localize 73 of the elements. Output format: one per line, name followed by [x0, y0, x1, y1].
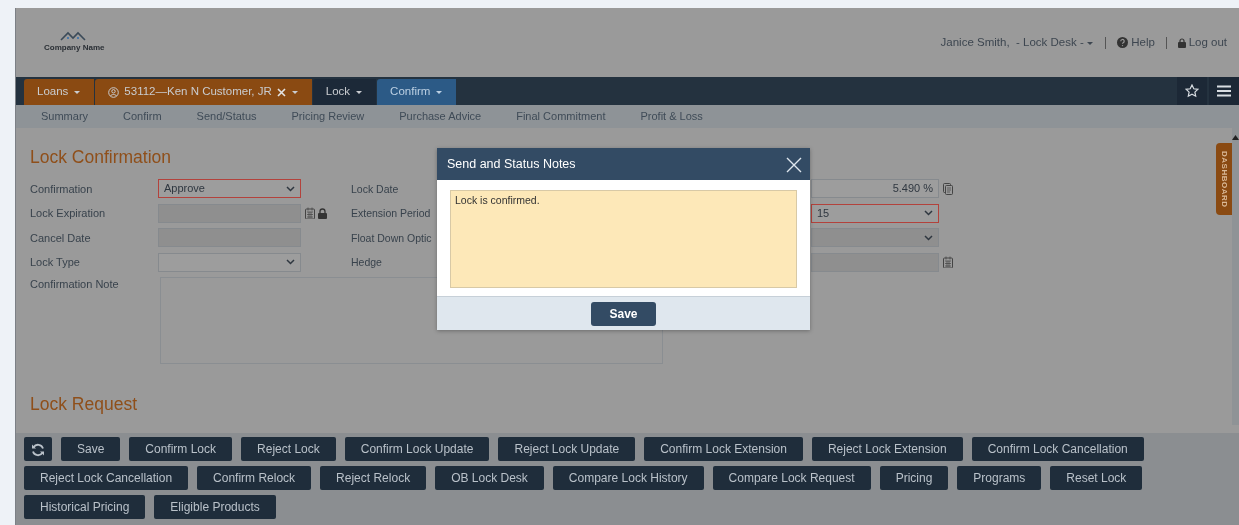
field-label: Cancel Date	[30, 230, 92, 245]
action-button[interactable]: OB Lock Desk	[435, 466, 544, 490]
action-button[interactable]: Programs	[957, 466, 1042, 490]
padlock-icon	[1177, 37, 1186, 48]
nav-tab[interactable]: Confirm	[377, 79, 457, 105]
close-button[interactable]	[786, 155, 802, 173]
person-circle-icon	[108, 86, 120, 98]
modal-title: Send and Status Notes	[447, 155, 576, 173]
menu-icon	[1217, 85, 1231, 97]
action-button[interactable]: Confirm Lock Update	[344, 437, 490, 461]
dropdown-field[interactable]: Approve	[158, 179, 301, 198]
action-button[interactable]: Compare Lock History	[552, 466, 704, 490]
refresh-icon	[31, 442, 45, 457]
chevron-down-icon	[924, 234, 933, 241]
divider-icon	[1165, 36, 1167, 49]
caret-icon	[1086, 39, 1095, 46]
dropdown-field[interactable]: 15	[811, 203, 939, 223]
field-label: Lock Date	[351, 181, 400, 196]
chevron-down-icon	[286, 185, 295, 192]
logo-text: Company Name	[44, 42, 105, 54]
field-label: Float Down Optic	[351, 230, 433, 245]
scroll-up-icon	[1232, 134, 1239, 141]
caret-icon	[355, 89, 364, 95]
field-label: Lock Expiration	[30, 206, 107, 220]
logout-link[interactable]: Log out	[1177, 33, 1227, 52]
menu-button[interactable]	[1209, 77, 1239, 105]
chevron-down-icon	[924, 210, 933, 216]
action-button[interactable]: Confirm Lock	[129, 437, 233, 461]
action-button[interactable]: Reject Relock	[320, 466, 427, 490]
nav-tab[interactable]: Loans	[24, 79, 95, 105]
action-button[interactable]: Reset Lock	[1050, 466, 1143, 490]
action-button[interactable]: Reject Lock	[241, 437, 336, 461]
dropdown-field[interactable]	[158, 252, 301, 272]
user-menu[interactable]: Janice Smith, - Lock Desk -	[940, 33, 1095, 52]
action-button[interactable]: Reject Lock Extension	[811, 437, 963, 461]
dashboard-tab[interactable]: DASHBOARD	[1216, 143, 1232, 215]
field-label: Lock Type	[30, 255, 81, 269]
refresh-button[interactable]	[24, 437, 52, 461]
section-title: Lock Request	[30, 393, 137, 416]
action-button[interactable]: Historical Pricing	[24, 495, 146, 519]
calendar-icon[interactable]	[305, 207, 315, 219]
help-link[interactable]: Help	[1117, 33, 1155, 52]
input-field[interactable]: 5.490 %	[811, 179, 939, 198]
action-button[interactable]: Confirm Relock	[197, 466, 312, 490]
copy-icon[interactable]	[943, 182, 953, 195]
action-button[interactable]: Compare Lock Request	[712, 466, 871, 490]
nav-tab[interactable]: Lock	[312, 79, 377, 105]
action-button[interactable]: Save	[61, 437, 121, 461]
caret-icon	[435, 89, 444, 95]
caret-icon	[73, 89, 82, 95]
field-label: Confirmation Note	[30, 277, 120, 291]
calendar-icon[interactable]	[943, 256, 953, 268]
action-button[interactable]: Pricing	[879, 466, 949, 490]
field-label: Hedge	[351, 255, 383, 269]
close-icon	[786, 156, 802, 173]
note-textarea[interactable]: Lock is confirmed.	[450, 190, 797, 288]
action-button[interactable]: Eligible Products	[154, 495, 276, 519]
field-label: Confirmation	[30, 181, 94, 196]
chevron-down-icon	[286, 259, 295, 265]
save-button[interactable]: Save	[591, 301, 656, 326]
action-button[interactable]: Confirm Lock Cancellation	[971, 437, 1144, 461]
divider-icon	[1105, 36, 1107, 49]
close-icon	[276, 87, 286, 97]
nav-tab[interactable]: 53112—Ken N Customer, JR	[95, 79, 312, 105]
favorite-button[interactable]	[1177, 77, 1207, 105]
action-button[interactable]: Reject Lock Update	[498, 437, 636, 461]
section-title: Lock Confirmation	[30, 146, 172, 169]
caret-icon	[290, 89, 299, 95]
action-button[interactable]: Confirm Lock Extension	[644, 437, 803, 461]
field-label: Extension Period	[351, 206, 432, 220]
star-icon	[1185, 84, 1199, 98]
action-button[interactable]: Reject Lock Cancellation	[24, 466, 189, 490]
question-icon	[1117, 37, 1129, 48]
